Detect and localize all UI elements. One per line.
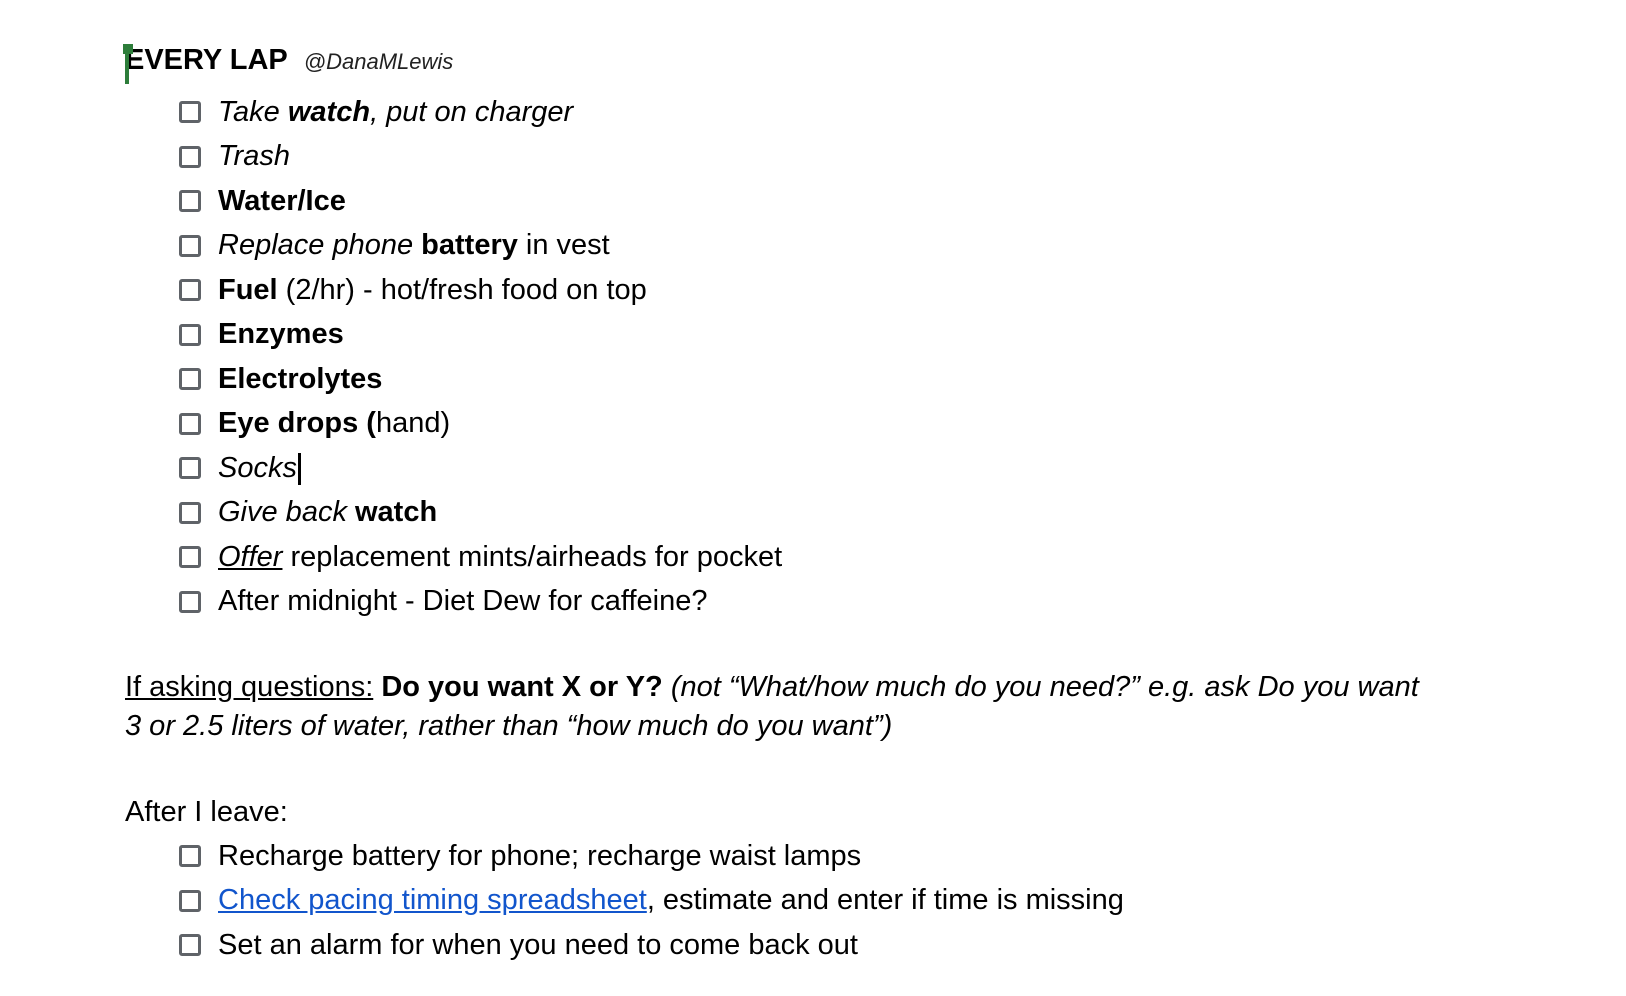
text-run: Fuel bbox=[218, 273, 278, 306]
checkbox[interactable] bbox=[179, 323, 201, 346]
text-run: , put on charger bbox=[370, 95, 574, 128]
checklist-item: Give back watch bbox=[179, 491, 1505, 536]
text-run: Electrolytes bbox=[218, 362, 383, 395]
text-run: , estimate and enter if time is missing bbox=[646, 884, 1124, 917]
text-run: hand) bbox=[375, 407, 451, 440]
text-run: After midnight - Diet Dew for caffeine? bbox=[218, 585, 708, 618]
checklist-item-text: Enzymes bbox=[218, 318, 344, 351]
checklist-item: After midnight - Diet Dew for caffeine? bbox=[179, 580, 1505, 625]
questions-paragraph: If asking questions: Do you want X or Y?… bbox=[125, 668, 1425, 746]
checkbox[interactable] bbox=[179, 101, 201, 124]
checklist-item: Set an alarm for when you need to come b… bbox=[179, 923, 1505, 968]
checkbox[interactable] bbox=[179, 145, 201, 168]
text-run: Offer bbox=[218, 540, 283, 573]
checklist-item-text: Replace phone battery in vest bbox=[218, 229, 610, 262]
checkbox[interactable] bbox=[179, 412, 201, 435]
text-run: Recharge battery for phone; recharge wai… bbox=[218, 839, 862, 872]
user-mention[interactable]: @DanaMLewis bbox=[304, 49, 454, 75]
text-run: watch bbox=[287, 95, 371, 128]
checklist-item-text: Eye drops (hand) bbox=[218, 407, 450, 440]
checklist-item: Enzymes bbox=[179, 313, 1505, 358]
checklist-item-text: Water/Ice bbox=[218, 185, 346, 218]
checkbox[interactable] bbox=[179, 546, 201, 569]
checklist-item-text: Socks bbox=[218, 452, 301, 485]
checklist-item: Replace phone battery in vest bbox=[179, 224, 1505, 269]
checkbox[interactable] bbox=[179, 234, 201, 257]
checkbox[interactable] bbox=[179, 845, 201, 868]
text-run: Take bbox=[218, 95, 288, 128]
checklist-item: Eye drops (hand) bbox=[179, 402, 1505, 447]
text-run: Replace phone bbox=[218, 229, 422, 262]
checklist-item: Socks bbox=[179, 446, 1505, 491]
text-run: battery bbox=[421, 229, 518, 262]
text-run: Socks bbox=[218, 451, 297, 484]
checklist-item-text: Electrolytes bbox=[218, 363, 382, 396]
checklist-item: Check pacing timing spreadsheet, estimat… bbox=[179, 879, 1505, 924]
spreadsheet-link[interactable]: Check pacing timing spreadsheet bbox=[218, 884, 647, 916]
text-run: Set an alarm for when you need to come b… bbox=[218, 928, 858, 961]
checklist-item-text: Give back watch bbox=[218, 496, 437, 529]
text-run: Trash bbox=[218, 140, 290, 173]
text-run: Water/Ice bbox=[218, 184, 346, 217]
after-leave-checklist: Recharge battery for phone; recharge wai… bbox=[125, 834, 1505, 968]
checklist-item-text: Trash bbox=[218, 140, 290, 173]
checklist-item: Take watch, put on charger bbox=[179, 90, 1505, 135]
text-run: (2/hr) - hot/fresh food on top bbox=[277, 273, 647, 306]
text-run: in vest bbox=[517, 229, 610, 262]
heading-title: EVERY LAP bbox=[125, 44, 288, 76]
questions-bold: Do you want X or Y? bbox=[373, 671, 663, 703]
checklist-item-text: Set an alarm for when you need to come b… bbox=[218, 929, 858, 962]
checklist-item: Fuel (2/hr) - hot/fresh food on top bbox=[179, 268, 1505, 313]
document-body[interactable]: EVERY LAP @DanaMLewis Take watch, put on… bbox=[123, 44, 1505, 968]
section-heading: EVERY LAP @DanaMLewis bbox=[123, 44, 1505, 90]
text-run: Eye drops ( bbox=[218, 407, 376, 440]
questions-label: If asking questions: bbox=[125, 671, 374, 703]
collaborator-cursor bbox=[125, 44, 129, 84]
checkbox[interactable] bbox=[179, 368, 201, 391]
checklist-item: Water/Ice bbox=[179, 179, 1505, 224]
text-run: Enzymes bbox=[218, 318, 344, 351]
checklist-item-text: Take watch, put on charger bbox=[218, 96, 573, 129]
checklist-item: Trash bbox=[179, 135, 1505, 180]
after-leave-label: After I leave: bbox=[125, 796, 288, 828]
checklist-item-text: Offer replacement mints/airheads for poc… bbox=[218, 541, 782, 574]
checklist-item-text: After midnight - Diet Dew for caffeine? bbox=[218, 585, 707, 618]
checklist-item: Recharge battery for phone; recharge wai… bbox=[179, 834, 1505, 879]
checklist-item-text: Check pacing timing spreadsheet, estimat… bbox=[218, 884, 1124, 917]
checklist-item: Offer replacement mints/airheads for poc… bbox=[179, 535, 1505, 580]
checkbox[interactable] bbox=[179, 190, 201, 213]
text-run: replacement mints/airheads for pocket bbox=[282, 540, 783, 573]
checkbox[interactable] bbox=[179, 279, 201, 302]
checkbox[interactable] bbox=[179, 934, 201, 957]
checkbox[interactable] bbox=[179, 590, 201, 613]
checkbox[interactable] bbox=[179, 889, 201, 912]
every-lap-checklist: Take watch, put on charger Trash Water/Ice… bbox=[125, 90, 1505, 624]
checklist-item: Electrolytes bbox=[179, 357, 1505, 402]
text-run: Give back bbox=[218, 496, 355, 529]
text-cursor bbox=[297, 452, 301, 485]
checkbox[interactable] bbox=[179, 457, 201, 480]
checkbox[interactable] bbox=[179, 501, 201, 524]
checklist-item-text: Fuel (2/hr) - hot/fresh food on top bbox=[218, 274, 647, 307]
checklist-item-text: Recharge battery for phone; recharge wai… bbox=[218, 840, 861, 873]
text-run: watch bbox=[355, 496, 438, 529]
